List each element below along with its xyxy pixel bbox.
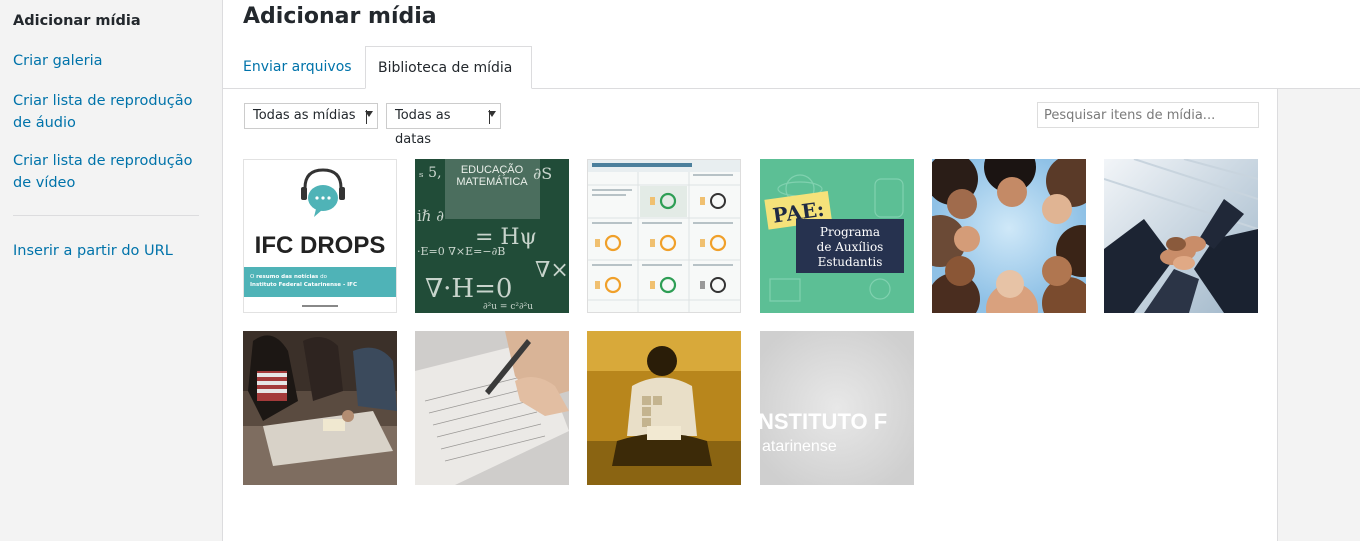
menu-item-insert-from-url[interactable]: Inserir a partir do URL (13, 240, 173, 262)
instituto-line2: atarinense (762, 438, 837, 455)
chevron-down-icon (488, 111, 496, 117)
ifc-drops-caption: O resumo das notícias do (250, 273, 328, 280)
attachment-details-panel (1277, 89, 1360, 541)
media-date-filter-value: Todas as datas (395, 108, 451, 147)
media-item-document-table[interactable] (587, 159, 741, 313)
media-item-reading-student[interactable] (587, 331, 741, 485)
menu-item-create-video-playlist[interactable]: Criar lista de reprodução de vídeo (13, 150, 208, 194)
media-type-filter-value: Todas as mídias (253, 108, 356, 123)
media-search-input[interactable] (1037, 102, 1259, 128)
media-item-educacao-matematica[interactable]: EDUCAÇÃO MATEMÁTICA ₛ 5, ∂S iℏ ∂ = Hψ ·E… (415, 159, 569, 313)
svg-text:·E=0 ∇×E=−∂B: ·E=0 ∇×E=−∂B (417, 245, 505, 258)
svg-text:iℏ ∂: iℏ ∂ (417, 207, 444, 225)
page-title: Adicionar mídia (243, 4, 437, 29)
svg-text:ₛ 5,: ₛ 5, (419, 165, 442, 181)
educacao-title-line2: MATEMÁTICA (456, 175, 528, 188)
media-date-filter[interactable]: Todas as datas (386, 103, 501, 147)
media-item-hands-together[interactable] (1104, 159, 1258, 313)
ifc-drops-logo: IFC DROPS (255, 232, 386, 259)
media-item-students-circle[interactable] (932, 159, 1086, 313)
media-item-ifc-drops[interactable]: IFC DROPS O resumo das notícias do Insti… (243, 159, 397, 313)
ifc-drops-caption-line2: Instituto Federal Catarinense - IFC (250, 282, 357, 288)
pae-line2: de Auxílios (817, 240, 884, 254)
menu-separator (13, 215, 199, 216)
media-item-group-study[interactable] (243, 331, 397, 485)
educacao-title-line1: EDUCAÇÃO (461, 163, 524, 176)
pae-line3: Estudantis (818, 255, 883, 269)
pae-line1: Programa (820, 225, 880, 239)
menu-item-create-gallery[interactable]: Criar galeria (13, 50, 103, 72)
tab-media-library[interactable]: Biblioteca de mídia (365, 46, 532, 89)
media-item-pae[interactable]: PAE: Programa de Auxílios Estudantis (760, 159, 914, 313)
media-type-filter[interactable]: Todas as mídias (244, 103, 378, 129)
svg-text:∂²u = c²∂²u: ∂²u = c²∂²u (483, 302, 533, 312)
media-item-instituto-federal[interactable]: NSTITUTO F atarinense (760, 331, 914, 485)
instituto-line1: NSTITUTO F (760, 409, 887, 434)
media-sidebar: Adicionar mídia Criar galeria Criar list… (0, 0, 223, 541)
svg-text:∇·H=0: ∇·H=0 (425, 274, 512, 304)
chevron-down-icon (365, 111, 373, 117)
media-item-writing-test[interactable] (415, 331, 569, 485)
tab-upload-files[interactable]: Enviar arquivos (231, 46, 364, 88)
menu-item-add-media[interactable]: Adicionar mídia (13, 10, 141, 32)
media-tabs: Enviar arquivos Biblioteca de mídia (223, 46, 1360, 89)
svg-text:∂S: ∂S (533, 164, 552, 183)
menu-item-create-audio-playlist[interactable]: Criar lista de reprodução de áudio (13, 90, 208, 134)
svg-text:∇×: ∇× (535, 258, 569, 283)
